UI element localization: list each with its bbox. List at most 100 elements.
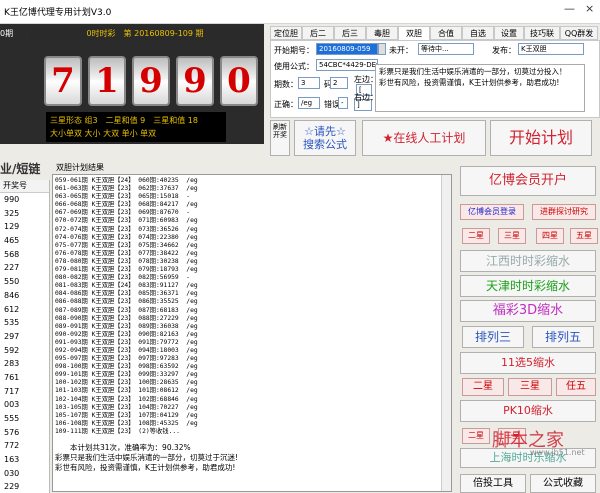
result-line: 072-074期 K王双胆【23】 073期:36526 /eg (55, 225, 198, 233)
result-panel[interactable]: 059-061期 K王双胆【24】 060期:40235 /eg 061-063期… (52, 174, 452, 492)
result-line: 079-081期 K王双胆【23】 079期:18793 /eg (55, 266, 198, 274)
result-line: 109-111期 K王双胆【23】 (2)等收钱... (55, 427, 180, 435)
correct-label: 正确： (274, 100, 298, 109)
tab-hezhi[interactable]: 合值 (430, 26, 462, 40)
member-login-button[interactable]: 亿博会员登录 (460, 204, 524, 220)
result-line: 095-097期 K王双胆【23】 097期:97283 /eg (55, 355, 198, 363)
tab-dudan[interactable]: 毒胆 (366, 26, 398, 40)
list-item[interactable]: 990 (0, 193, 49, 207)
publish-label: 发布： (492, 46, 516, 55)
tab-bar: 定位胆 后二 后三 毒胆 双胆 合值 自选 设置 技巧联 QQ群发 (270, 26, 600, 40)
pk10-button[interactable]: PK10缩水 (460, 400, 596, 422)
list-item[interactable]: 846 (0, 289, 49, 303)
list-item[interactable]: 717 (0, 385, 49, 399)
result-line: 076-078期 K王双胆【23】 077期:38422 /eg (55, 249, 198, 257)
list-item[interactable]: 568 (0, 248, 49, 262)
list-item[interactable]: 535 (0, 316, 49, 330)
two-star-button[interactable]: 二星 (462, 228, 490, 244)
online-plan-button[interactable]: ★在线人工计划 (362, 120, 486, 156)
refresh-button[interactable]: 刷新开奖 (270, 120, 290, 156)
three-star-button[interactable]: 三星 (498, 228, 526, 244)
x115-button[interactable]: 11选5缩水 (460, 352, 596, 374)
r-five-button[interactable]: 任五 (556, 378, 596, 396)
list-item[interactable]: 612 (0, 303, 49, 317)
draw-number-list: 开奖号 990 325 129 465 568 227 550 846 612 … (0, 180, 50, 493)
digit-drum: 0 (220, 56, 258, 106)
list-item[interactable]: 550 (0, 275, 49, 289)
list-item[interactable]: 283 (0, 357, 49, 371)
r-two-star-button[interactable]: 二星 (462, 378, 504, 396)
result-line: 101-103期 K王双胆【23】 101期:08612 /eg (55, 387, 198, 395)
correct-field[interactable]: /eg (298, 97, 320, 109)
fucai-button[interactable]: 福彩3D缩水 (460, 300, 596, 322)
chevron-down-icon[interactable] (378, 43, 386, 55)
list-item[interactable]: 465 (0, 234, 49, 248)
r-three-star-button[interactable]: 三星 (508, 378, 552, 396)
bet-tool-button[interactable]: 倍投工具 (460, 474, 526, 493)
lottery-display: 0期 0时时彩 第 20160809-109 期 7 1 9 9 0 三星形态 … (0, 24, 264, 144)
stats-row: 大小单双 大小 大双 单小 单双 (50, 129, 157, 138)
formula-field[interactable]: 54CBC*4429-DEC (316, 59, 378, 71)
code-field[interactable]: 2 (330, 77, 348, 89)
period-field[interactable]: 3 (298, 77, 320, 89)
member-register-button[interactable]: 亿博会员开户 (460, 166, 596, 196)
digit-drum: 1 (88, 56, 126, 106)
result-line: 059-061期 K王双胆【24】 060期:40235 /eg (55, 177, 198, 184)
result-line: 090-092期 K王双胆【23】 090期:82163 /eg (55, 330, 198, 338)
tab-tips[interactable]: 技巧联 (524, 26, 560, 40)
list-item[interactable]: 227 (0, 261, 49, 275)
result-line: 080-082期 K王双胆【23】 082期:56959 - (55, 274, 191, 282)
pailie3-button[interactable]: 排列三 (462, 326, 524, 348)
use-formula-label: 使用公式： (274, 62, 314, 71)
result-line: 070-072期 K王双胆【23】 071期:60983 /eg (55, 217, 198, 225)
tab-settings[interactable]: 设置 (494, 26, 524, 40)
tab-houer[interactable]: 后二 (302, 26, 334, 40)
tianjin-button[interactable]: 天津时时彩缩水 (460, 275, 596, 297)
start-plan-button[interactable]: 开始计划 (490, 120, 592, 156)
tab-shuangdan[interactable]: 双胆 (398, 26, 430, 40)
pailie5-button[interactable]: 排列五 (532, 326, 594, 348)
minimize-button[interactable]: — (564, 2, 575, 20)
wrong-field[interactable]: - (338, 97, 348, 109)
jiangxi-button[interactable]: 江西时时彩缩水 (460, 250, 596, 272)
list-item[interactable]: 772 (0, 439, 49, 453)
list-item[interactable]: 163 (0, 453, 49, 467)
tab-housan[interactable]: 后三 (334, 26, 366, 40)
list-item[interactable]: 576 (0, 426, 49, 440)
tab-qq[interactable]: QQ群发 (560, 26, 598, 40)
result-line: 103-105期 K王双胆【23】 104期:70227 /eg (55, 403, 198, 411)
result-line: 074-076期 K王双胆【23】 074期:22380 /eg (55, 233, 198, 241)
join-group-button[interactable]: 进群探讨研究 (532, 204, 596, 220)
list-item[interactable]: 229 (0, 480, 49, 493)
close-button[interactable]: × (585, 2, 595, 20)
formula-favorites-button[interactable]: 公式收藏 (530, 474, 596, 493)
title-bar: K王亿博代理专用计划V3.0 — × (0, 0, 600, 24)
tab-zixuan[interactable]: 自选 (462, 26, 494, 40)
publish-field[interactable]: K王双胆 (518, 43, 584, 55)
list-item[interactable]: 325 (0, 207, 49, 221)
result-line: 092-094期 K王双胆【23】 094期:18003 /eg (55, 346, 198, 354)
list-item[interactable]: 003 (0, 398, 49, 412)
note-textarea[interactable]: 彩票只是我们生活中娱乐消遣的一部分，切莫过分投入！ 彩世有风险，投资需谨慎，K王… (375, 64, 585, 112)
period-label: 期数： (274, 80, 298, 89)
start-period-select[interactable]: 20160809-059 (316, 43, 378, 55)
list-item[interactable]: 555 (0, 412, 49, 426)
result-line: 086-088期 K王双胆【23】 086期:35525 /eg (55, 298, 198, 306)
result-line: 106-108期 K王双胆【23】 108期:45325 /eg (55, 419, 198, 427)
four-star-button[interactable]: 四星 (536, 228, 564, 244)
result-footer: 本计划共31次，准确率为：90.32% 彩票只是我们生活中娱乐消遣的一部分，切莫… (55, 443, 239, 472)
tab-dingweidan[interactable]: 定位胆 (270, 26, 302, 40)
search-formula-button[interactable]: ☆请先☆ 搜索公式 (294, 120, 356, 156)
unopen-field[interactable]: 等待中... (418, 43, 474, 55)
window-title: K王亿博代理专用计划V3.0 (4, 8, 112, 18)
vertical-scrollbar[interactable] (441, 175, 451, 491)
list-item[interactable]: 129 (0, 220, 49, 234)
list-item[interactable]: 761 (0, 371, 49, 385)
five-star-button[interactable]: 五星 (570, 228, 598, 244)
list-item[interactable]: 592 (0, 344, 49, 358)
list-item[interactable]: 030 (0, 467, 49, 481)
result-line: 089-091期 K王双胆【23】 089期:36038 /eg (55, 322, 198, 330)
stats-panel: 三星形态 组3 二星和值 9 三星和值 18 大小单双 大小 大双 单小 单双 (46, 112, 226, 142)
s-two-star-button[interactable]: 二星 (462, 428, 490, 444)
list-item[interactable]: 297 (0, 330, 49, 344)
